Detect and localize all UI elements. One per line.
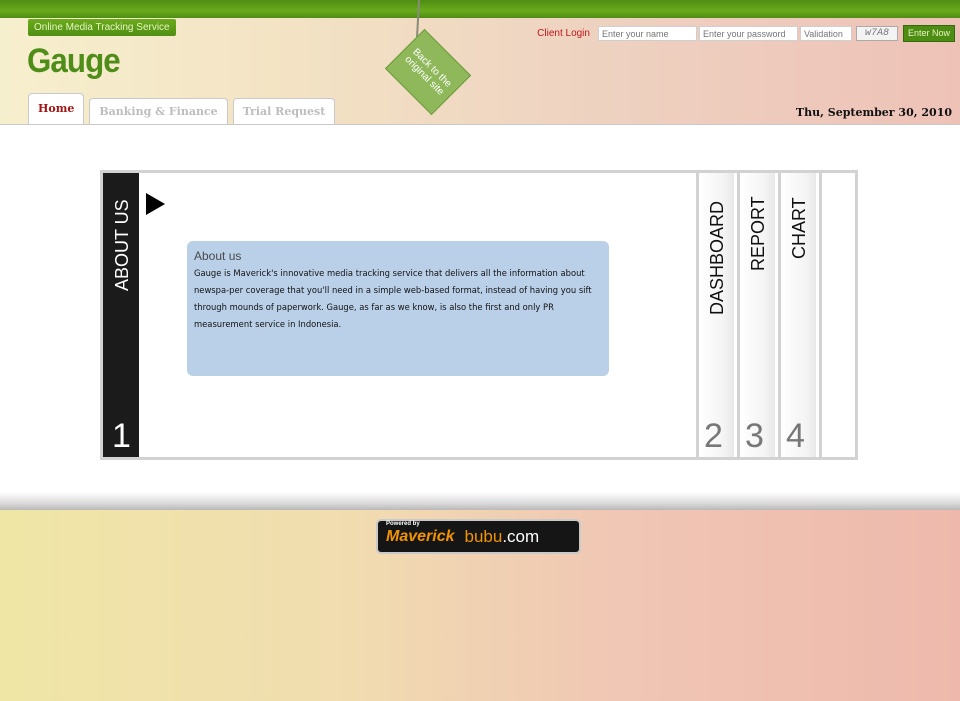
- login-form: Client Login w7A8 Enter Now: [537, 25, 955, 42]
- about-us-strip[interactable]: ABOUT US 1: [103, 173, 139, 457]
- main-content: ABOUT US 1 About us Gauge is Maverick's …: [0, 124, 960, 493]
- about-title: About us: [194, 249, 242, 263]
- bubu-text: bubu: [464, 526, 503, 546]
- maverick-logo: Powered by Maverick: [386, 521, 455, 546]
- name-input[interactable]: [597, 26, 697, 41]
- dashboard-label: DASHBOARD: [707, 200, 727, 315]
- enter-now-button[interactable]: Enter Now: [902, 25, 955, 42]
- password-input[interactable]: [698, 26, 798, 41]
- bubu-logo: bubu.com: [465, 527, 540, 547]
- tab-bar: Home Banking & Finance Trial Request: [28, 93, 336, 124]
- tab-home[interactable]: Home: [28, 93, 85, 124]
- about-us-box: About us Gauge is Maverick's innovative …: [187, 241, 609, 376]
- chart-label: CHART: [789, 197, 809, 259]
- current-date: Thu, September 30, 2010: [795, 106, 952, 119]
- logo[interactable]: Gauge: [27, 42, 121, 81]
- tab-chart[interactable]: CHART 4: [778, 173, 816, 457]
- about-us-number: 1: [112, 417, 131, 455]
- maverick-text: Maverick: [386, 527, 455, 545]
- powered-by-badge[interactable]: Powered by Maverick bubu.com: [376, 519, 581, 554]
- hangtag-label: Back to the original site: [402, 46, 454, 98]
- about-us-label: ABOUT US: [112, 199, 132, 291]
- tab-banking-finance[interactable]: Banking & Finance: [89, 98, 228, 124]
- play-arrow-icon: [146, 193, 165, 215]
- dashboard-number: 2: [704, 417, 723, 455]
- chart-number: 4: [786, 417, 805, 455]
- report-label: REPORT: [748, 196, 768, 271]
- validation-input[interactable]: [799, 26, 852, 41]
- captcha-image: w7A8: [855, 26, 898, 41]
- tab-blank: [819, 173, 855, 457]
- tab-report[interactable]: REPORT 3: [737, 173, 775, 457]
- about-text: Gauge is Maverick's innovative media tra…: [194, 268, 592, 329]
- report-number: 3: [745, 417, 764, 455]
- client-login-label: Client Login: [537, 28, 590, 39]
- top-green-bar: [0, 0, 960, 18]
- tab-trial-request[interactable]: Trial Request: [232, 98, 336, 124]
- tagline: Online Media Tracking Service: [28, 19, 176, 36]
- tab-dashboard[interactable]: DASHBOARD 2: [696, 173, 734, 457]
- accordion-panel: ABOUT US 1 About us Gauge is Maverick's …: [100, 170, 858, 460]
- powered-by-text: Powered by: [386, 520, 420, 527]
- content-shadow: [0, 492, 960, 510]
- bubu-com-text: .com: [502, 526, 540, 546]
